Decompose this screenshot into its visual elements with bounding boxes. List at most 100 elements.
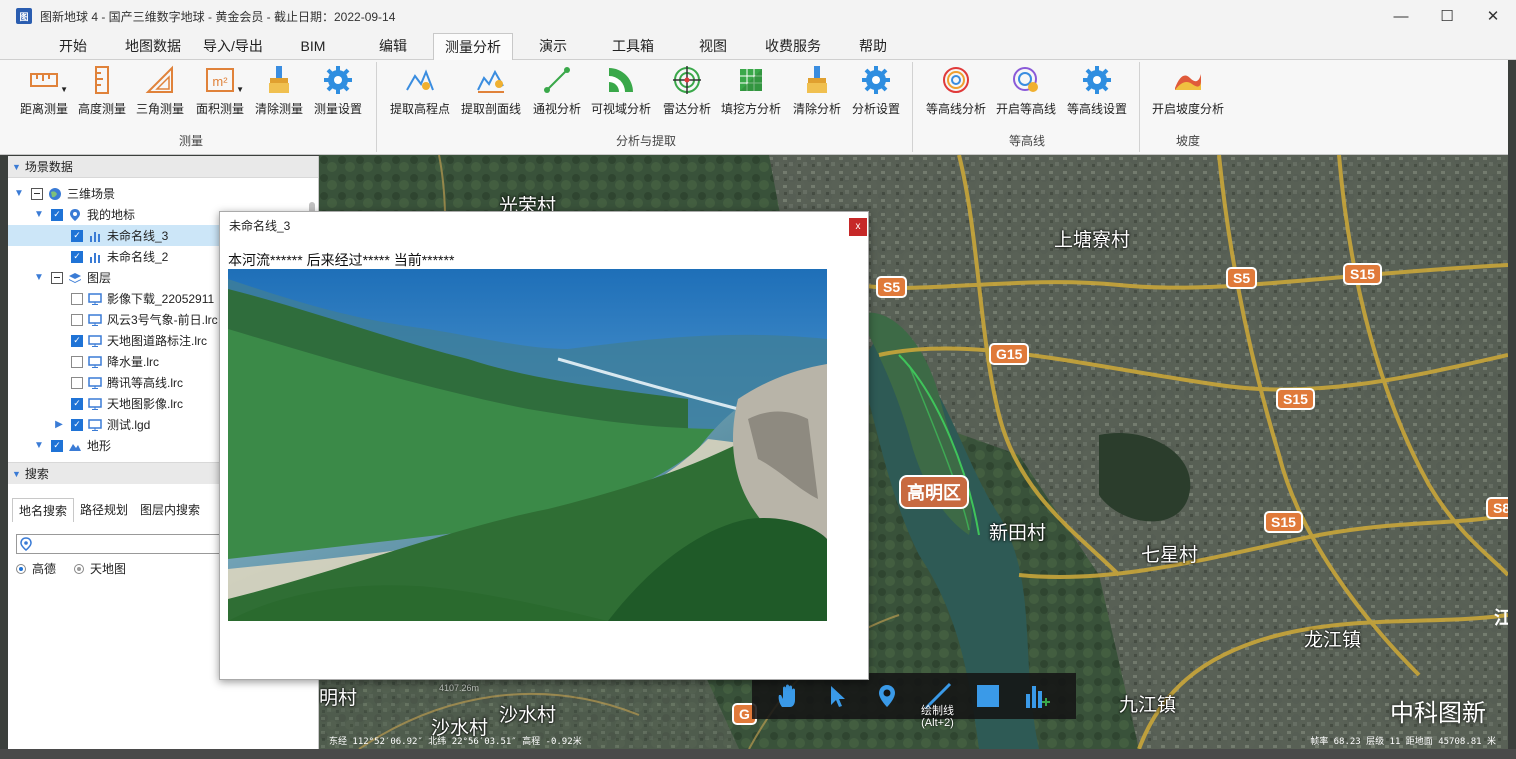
cut-fill-button[interactable]: 填挖方分析: [719, 62, 783, 118]
analysis-settings-button[interactable]: 分析设置: [849, 62, 903, 118]
close-button[interactable]: ✕: [1470, 0, 1516, 32]
tab-help[interactable]: 帮助: [850, 33, 896, 60]
tab-paid-services[interactable]: 收费服务: [756, 33, 830, 60]
clear-analysis-label: 清除分析: [792, 102, 841, 116]
tab-place-search[interactable]: 地名搜索: [12, 498, 75, 522]
tree-node-label: 天地图影像.lrc: [107, 397, 183, 411]
cut-fill-label: 填挖方分析: [720, 102, 781, 116]
globe-icon: [48, 187, 62, 201]
enable-slope-analysis-button[interactable]: 开启坡度分析: [1150, 62, 1226, 118]
map-label: 龙江镇: [1304, 630, 1362, 651]
tab-view[interactable]: 视图: [690, 33, 736, 60]
tree-checkbox[interactable]: [71, 418, 83, 431]
clear-analysis-button[interactable]: 清除分析: [790, 62, 844, 118]
highway-shield: S5: [876, 276, 908, 298]
area-icon: m² ▼: [204, 64, 244, 96]
tab-map-data[interactable]: 地图数据: [116, 33, 190, 60]
group-separator: [376, 62, 377, 152]
tree-node-label: 测试.lgd: [107, 418, 151, 432]
collapse-arrow-icon[interactable]: ▼: [12, 469, 21, 479]
triangle-measure-label: 三角测量: [135, 102, 184, 116]
height-measure-button[interactable]: 高度测量: [76, 62, 128, 118]
line-chart-icon: [88, 250, 102, 264]
tree-node-label: 三维场景: [67, 187, 116, 201]
tab-bim[interactable]: BIM: [290, 33, 336, 60]
place-search-input[interactable]: [16, 534, 246, 554]
group-label-measure: 测量: [178, 134, 203, 148]
highway-shield: G15: [989, 343, 1030, 365]
line-of-sight-button[interactable]: 通视分析: [530, 62, 584, 118]
tab-demo[interactable]: 演示: [530, 33, 576, 60]
tree-checkbox[interactable]: [71, 250, 83, 263]
minimize-button[interactable]: —: [1378, 0, 1424, 32]
extract-elevation-point-button[interactable]: 提取高程点: [388, 62, 452, 118]
viewshed-button[interactable]: 可视域分析: [589, 62, 653, 118]
viewshed-icon: [605, 64, 637, 96]
triangle-measure-button[interactable]: 三角测量: [134, 62, 186, 118]
add-chart-icon[interactable]: [1022, 681, 1052, 711]
tree-checkbox[interactable]: [71, 292, 83, 305]
line-of-sight-label: 通视分析: [532, 102, 581, 116]
tab-layer-search[interactable]: 图层内搜索: [134, 498, 206, 522]
tree-checkbox[interactable]: [51, 208, 63, 221]
radio-tianditu-label: 天地图: [90, 562, 127, 576]
tab-route-planning[interactable]: 路径规划: [74, 498, 134, 522]
tree-checkbox[interactable]: [51, 271, 63, 284]
popup-description: 本河流****** 后来经过***** 当前******: [228, 252, 455, 268]
expand-arrow-icon[interactable]: ▼: [32, 440, 46, 451]
distance-measure-label: 距离测量: [19, 102, 68, 116]
search-source-radio: 高德 天地图: [16, 560, 126, 577]
expand-arrow-icon[interactable]: ▶: [52, 419, 66, 430]
scene-panel-header[interactable]: ▼ 场景数据: [8, 156, 318, 178]
tree-checkbox[interactable]: [71, 397, 83, 410]
vertical-ruler-icon: [86, 64, 118, 96]
radio-tianditu[interactable]: [74, 563, 85, 574]
extract-profile-button[interactable]: 提取剖面线: [459, 62, 523, 118]
tab-start[interactable]: 开始: [46, 33, 100, 60]
expand-arrow-icon[interactable]: ▼: [32, 272, 46, 283]
clear-measure-button[interactable]: 清除测量: [253, 62, 305, 118]
enable-contour-button[interactable]: 开启等高线: [994, 62, 1058, 118]
monitor-icon: [88, 418, 102, 432]
tree-checkbox[interactable]: [51, 439, 63, 452]
tab-import-export[interactable]: 导入/导出: [196, 33, 270, 60]
maximize-button[interactable]: ☐: [1424, 0, 1470, 32]
measure-settings-button[interactable]: 测量设置: [312, 62, 364, 118]
tree-checkbox[interactable]: [71, 334, 83, 347]
ruler-icon: ▼: [28, 64, 68, 96]
select-arrow-icon[interactable]: [822, 681, 852, 711]
line-of-sight-icon: [541, 64, 573, 96]
tree-checkbox[interactable]: [71, 229, 83, 242]
tree-checkbox[interactable]: [71, 355, 83, 368]
expand-arrow-icon[interactable]: ▼: [32, 209, 46, 220]
highway-shield: S5: [1226, 267, 1258, 289]
collapse-arrow-icon[interactable]: ▼: [12, 162, 21, 172]
expand-arrow-icon[interactable]: ▼: [12, 188, 26, 199]
monitor-icon: [88, 292, 102, 306]
tree-checkbox[interactable]: [31, 187, 43, 200]
tree-checkbox[interactable]: [71, 313, 83, 326]
popup-close-button[interactable]: x: [849, 218, 867, 236]
contour-analysis-button[interactable]: 等高线分析: [924, 62, 988, 118]
tree-node-label: 我的地标: [87, 208, 136, 222]
map-label: 新田村: [989, 523, 1047, 544]
draw-polygon-icon[interactable]: [973, 681, 1003, 711]
radar-analysis-button[interactable]: 雷达分析: [660, 62, 714, 118]
contour-settings-label: 等高线设置: [1066, 102, 1127, 116]
tab-edit[interactable]: 编辑: [370, 33, 416, 60]
slope-icon: [1172, 64, 1204, 96]
hand-pan-icon[interactable]: [773, 681, 803, 711]
contour-settings-button[interactable]: 等高线设置: [1065, 62, 1129, 118]
line-chart-icon: [88, 229, 102, 243]
area-measure-button[interactable]: m² ▼ 面积测量: [192, 62, 248, 118]
feature-popup: 未命名线_3 x 本河流****** 后来经过***** 当前******: [219, 211, 869, 680]
radio-gaode[interactable]: [16, 563, 26, 574]
tab-measure-analysis[interactable]: 测量分析: [433, 33, 513, 60]
radio-gaode-label: 高德: [32, 562, 57, 576]
area-measure-label: 面积测量: [195, 102, 244, 116]
distance-measure-button[interactable]: ▼ 距离测量: [16, 62, 72, 118]
tab-toolbox[interactable]: 工具箱: [604, 33, 662, 60]
place-marker-icon[interactable]: [872, 681, 902, 711]
tree-checkbox[interactable]: [71, 376, 83, 389]
tree-node-scene[interactable]: ▼ 三维场景: [8, 183, 308, 204]
